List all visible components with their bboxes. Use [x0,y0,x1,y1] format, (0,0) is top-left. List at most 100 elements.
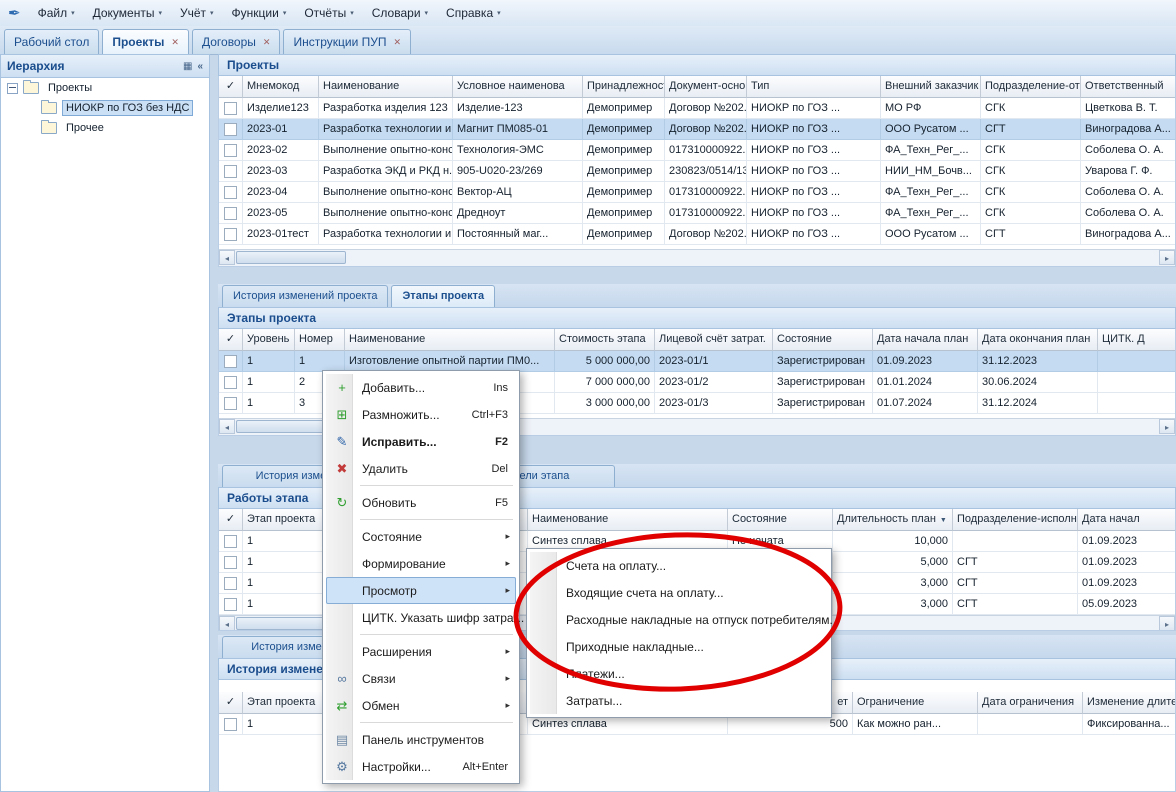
menu-item[interactable]: ▤Панель инструментов [326,726,516,753]
column-header[interactable]: Уровень [243,329,295,351]
row-checkbox[interactable] [224,207,237,220]
section-tab[interactable]: История изменений проекта [222,285,388,307]
column-header[interactable]: Дата начала план [873,329,978,351]
table-row[interactable]: 2023-01тестРазработка технологии и...Пос… [219,224,1175,245]
menu-item[interactable]: Формирование▸ [326,550,516,577]
column-header[interactable]: Длительность план▼ [833,509,953,531]
column-header[interactable]: Этап проекта [243,509,328,531]
row-checkbox[interactable] [224,718,237,731]
menubar-item[interactable]: Отчёты▾ [295,2,362,24]
menu-item[interactable]: ЦИТК. Указать шифр затрат.. [326,604,516,631]
column-header[interactable]: Документ-основан [665,76,747,98]
scroll-right-icon[interactable]: ▸ [1159,250,1175,265]
menu-item[interactable]: Состояние▸ [326,523,516,550]
column-header[interactable]: Тип [747,76,881,98]
section-tab[interactable]: Этапы проекта [391,285,495,307]
tree-node[interactable]: Проекты [1,78,209,98]
close-icon[interactable]: ✕ [393,37,401,48]
close-icon[interactable]: ✕ [171,37,179,48]
expander-icon[interactable] [7,83,18,94]
column-header[interactable]: ЦИТК. Д [1098,329,1176,351]
column-header[interactable]: Наименование [319,76,453,98]
column-header[interactable]: Ограничение [853,692,978,714]
menu-item[interactable]: ✖УдалитьDel [326,455,516,482]
table-row[interactable]: 2023-02Выполнение опытно-конс...Технолог… [219,140,1175,161]
column-header[interactable]: Состояние [728,509,833,531]
column-header[interactable]: Наименование [345,329,555,351]
row-checkbox[interactable] [224,535,237,548]
menubar-item[interactable]: Словари▾ [363,2,437,24]
column-header[interactable]: Внешний заказчик [881,76,981,98]
column-header[interactable]: Подразделение-исполнитель. [953,509,1078,531]
column-header[interactable]: Изменение длите [1083,692,1176,714]
menu-item[interactable]: ∞Связи▸ [326,665,516,692]
menubar-item[interactable]: Документы▾ [84,2,171,24]
menu-item[interactable]: Затраты... [530,687,828,714]
table-row[interactable]: 11Изготовление опытной партии ПМ0...5 00… [219,351,1175,372]
row-checkbox[interactable] [224,144,237,157]
row-checkbox[interactable] [224,577,237,590]
scroll-left-icon[interactable]: ◂ [219,419,235,434]
menubar-item[interactable]: Функции▾ [223,2,296,24]
menu-item[interactable]: Входящие счета на оплату... [530,579,828,606]
column-header[interactable]: Условное наименова [453,76,583,98]
column-header[interactable]: Подразделение-от [981,76,1081,98]
checkbox-column-header[interactable]: ✓ [219,509,243,531]
tree-node[interactable]: НИОКР по ГОЗ без НДС [1,98,209,118]
close-icon[interactable]: ✕ [263,37,271,48]
scroll-right-icon[interactable]: ▸ [1159,419,1175,434]
checkbox-column-header[interactable]: ✓ [219,692,243,714]
menu-item[interactable]: Просмотр▸ [326,577,516,604]
menubar-item[interactable]: Учёт▾ [171,2,223,24]
column-header[interactable]: Мнемокод [243,76,319,98]
workspace-tab[interactable]: Инструкции ПУП✕ [283,29,411,54]
column-header[interactable]: Наименование [528,509,728,531]
menu-item[interactable]: ⚙Настройки...Alt+Enter [326,753,516,780]
row-checkbox[interactable] [224,397,237,410]
column-header[interactable]: Ответственный [1081,76,1176,98]
menu-item[interactable]: Расходные накладные на отпуск потребител… [530,606,828,633]
row-checkbox[interactable] [224,165,237,178]
projects-hscrollbar[interactable]: ◂ ▸ [219,249,1175,266]
menu-item[interactable]: Счета на оплату... [530,552,828,579]
row-checkbox[interactable] [224,598,237,611]
workspace-tab[interactable]: Договоры✕ [192,29,280,54]
scroll-right-icon[interactable]: ▸ [1159,616,1175,631]
menu-item[interactable]: ✎Исправить...F2 [326,428,516,455]
menu-item[interactable]: Расширения▸ [326,638,516,665]
scroll-left-icon[interactable]: ◂ [219,616,235,631]
menu-item[interactable]: ⇄Обмен▸ [326,692,516,719]
column-header[interactable]: Номер [295,329,345,351]
menu-item[interactable]: Платежи... [530,660,828,687]
scroll-left-icon[interactable]: ◂ [219,250,235,265]
column-header[interactable]: Этап проекта [243,692,328,714]
workspace-tab[interactable]: Рабочий стол [4,29,99,54]
table-row[interactable]: 2023-01Разработка технологии и...Магнит … [219,119,1175,140]
table-row[interactable]: 2023-04Выполнение опытно-конс...Вектор-А… [219,182,1175,203]
collapse-panel-icon[interactable]: « [197,61,203,72]
column-header[interactable]: Состояние [773,329,873,351]
workspace-tab[interactable]: Проекты✕ [102,29,189,54]
menu-item[interactable]: Приходные накладные... [530,633,828,660]
row-checkbox[interactable] [224,186,237,199]
menu-item[interactable]: ↻ОбновитьF5 [326,489,516,516]
menu-item[interactable]: ⊞Размножить...Ctrl+F3 [326,401,516,428]
menu-item[interactable]: +Добавить...Ins [326,374,516,401]
column-header[interactable]: Дата ограничения [978,692,1083,714]
row-checkbox[interactable] [224,123,237,136]
row-checkbox[interactable] [224,355,237,368]
menubar-item[interactable]: Справка▾ [437,2,510,24]
column-header[interactable]: Лицевой счёт затрат. [655,329,773,351]
column-header[interactable]: Стоимость этапа [555,329,655,351]
column-header[interactable]: Дата окончания план [978,329,1098,351]
table-row[interactable]: 2023-05Выполнение опытно-конс...Дредноут… [219,203,1175,224]
checkbox-column-header[interactable]: ✓ [219,76,243,98]
column-header[interactable]: Принадлежность [583,76,665,98]
scroll-thumb[interactable] [236,251,346,264]
locate-icon[interactable]: ▦ [183,61,192,72]
tree-node[interactable]: Прочее [1,118,209,138]
row-checkbox[interactable] [224,228,237,241]
table-row[interactable]: Изделие123Разработка изделия 123Изделие-… [219,98,1175,119]
column-header[interactable]: Дата начал [1078,509,1176,531]
checkbox-column-header[interactable]: ✓ [219,329,243,351]
